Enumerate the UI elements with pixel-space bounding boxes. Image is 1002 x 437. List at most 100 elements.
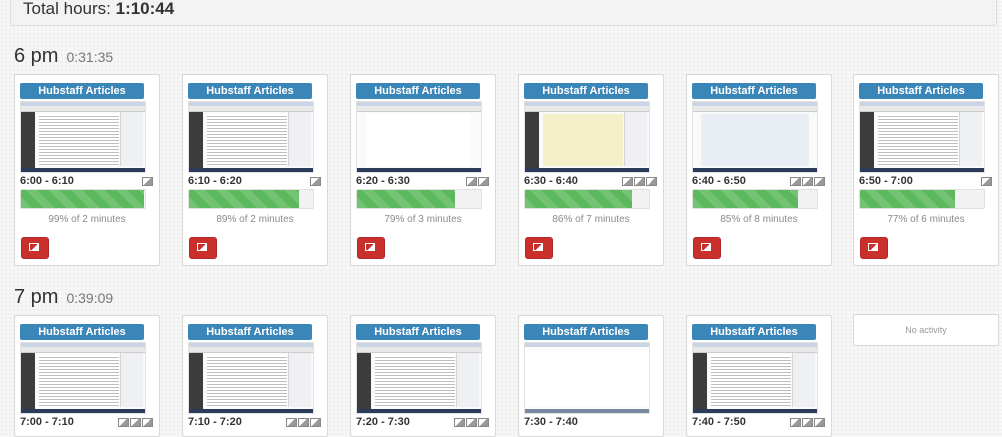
time-range: 7:20 - 7:30: [356, 416, 410, 428]
delete-screenshot-button[interactable]: [357, 237, 385, 259]
screenshot-card[interactable]: Hubstaff Articles 6:10 - 6:20 89% of 2 m…: [182, 74, 328, 266]
screenshot-thumbnail[interactable]: [524, 101, 650, 173]
screenshot-thumbnail[interactable]: [356, 101, 482, 173]
screenshot-card[interactable]: Hubstaff Articles 6:00 - 6:10 99% of 2 m…: [14, 74, 160, 266]
activity-bar: [692, 189, 818, 209]
image-icon: [365, 243, 375, 251]
screen-icon: [298, 418, 309, 427]
screenshot-card[interactable]: Hubstaff Articles 6:40 - 6:50 85% of 8 m…: [686, 74, 832, 266]
screenshot-thumbnail[interactable]: [356, 342, 482, 414]
hour-duration: 0:31:35: [66, 49, 114, 65]
screenshot-card[interactable]: Hubstaff Articles 7:20 - 7:30: [350, 315, 496, 437]
screen-icon: [286, 418, 297, 427]
screen-icons: [465, 177, 489, 186]
activity-bar-fill: [525, 190, 632, 208]
screen-icons: [980, 177, 992, 186]
activity-percent: 85% of 8 minutes: [720, 214, 798, 225]
screenshot-thumbnail[interactable]: [188, 101, 314, 173]
screen-icons: [453, 418, 489, 427]
screen-icons: [141, 177, 153, 186]
project-badge: Hubstaff Articles: [356, 83, 480, 99]
project-badge: Hubstaff Articles: [859, 83, 983, 99]
screen-icon: [142, 418, 153, 427]
screenshot-card[interactable]: Hubstaff Articles 7:40 - 7:50: [686, 315, 832, 437]
image-icon: [701, 243, 711, 251]
activity-bar-fill: [693, 190, 799, 208]
screenshot-card[interactable]: Hubstaff Articles 6:20 - 6:30 79% of 3 m…: [350, 74, 496, 266]
activity-bar: [20, 189, 146, 209]
total-hours-value: 1:10:44: [115, 0, 175, 18]
screenshot-card[interactable]: Hubstaff Articles 7:30 - 7:40: [518, 315, 664, 437]
delete-screenshot-button[interactable]: [525, 237, 553, 259]
delete-screenshot-button[interactable]: [189, 237, 217, 259]
time-range: 7:40 - 7:50: [692, 416, 746, 428]
time-range: 6:00 - 6:10: [20, 175, 74, 187]
activity-percent: 79% of 3 minutes: [384, 214, 462, 225]
project-badge: Hubstaff Articles: [356, 324, 480, 340]
time-range: 6:40 - 6:50: [692, 175, 746, 187]
screen-icon: [634, 177, 645, 186]
screen-icon: [802, 177, 813, 186]
screen-icon: [478, 177, 489, 186]
project-badge: Hubstaff Articles: [524, 324, 648, 340]
hour-label: 7 pm: [14, 286, 59, 308]
screenshot-card[interactable]: Hubstaff Articles 7:10 - 7:20: [182, 315, 328, 437]
screenshot-thumbnail[interactable]: [20, 342, 146, 414]
project-badge: Hubstaff Articles: [20, 324, 144, 340]
screen-icon: [478, 418, 489, 427]
screen-icon: [118, 418, 129, 427]
total-hours-label: Total hours: 1:10:44: [23, 0, 175, 18]
delete-screenshot-button[interactable]: [693, 237, 721, 259]
screenshot-thumbnail[interactable]: [859, 101, 985, 173]
screen-icons: [789, 177, 825, 186]
screen-icons: [621, 177, 657, 186]
project-badge: Hubstaff Articles: [188, 324, 312, 340]
screen-icon: [814, 418, 825, 427]
hour-label: 6 pm: [14, 45, 59, 67]
screen-icon: [622, 177, 633, 186]
activity-bar-fill: [189, 190, 300, 208]
screenshot-card[interactable]: Hubstaff Articles 6:50 - 7:00 77% of 6 m…: [853, 74, 999, 266]
image-icon: [533, 243, 543, 251]
screen-icon: [130, 418, 141, 427]
screenshot-thumbnail[interactable]: [692, 101, 818, 173]
screenshot-card[interactable]: Hubstaff Articles 7:00 - 7:10: [14, 315, 160, 437]
screen-icons: [789, 418, 825, 427]
project-badge: Hubstaff Articles: [692, 324, 816, 340]
activity-bar: [524, 189, 650, 209]
image-icon: [197, 243, 207, 251]
screenshot-thumbnail[interactable]: [524, 342, 650, 414]
project-badge: Hubstaff Articles: [188, 83, 312, 99]
activity-bar: [188, 189, 314, 209]
screenshot-thumbnail[interactable]: [20, 101, 146, 173]
screen-icon: [981, 177, 992, 186]
activity-bar-fill: [357, 190, 455, 208]
screen-icon: [790, 177, 801, 186]
image-icon: [868, 243, 878, 251]
screen-icon: [310, 177, 321, 186]
activity-bar-fill: [21, 190, 144, 208]
delete-screenshot-button[interactable]: [21, 237, 49, 259]
screen-icon: [310, 418, 321, 427]
screen-icon: [802, 418, 813, 427]
screen-icon: [814, 177, 825, 186]
screen-icon: [790, 418, 801, 427]
total-hours-bar: Total hours: 1:10:44: [10, 0, 997, 26]
screenshot-card[interactable]: Hubstaff Articles 6:30 - 6:40 86% of 7 m…: [518, 74, 664, 266]
project-badge: Hubstaff Articles: [524, 83, 648, 99]
screen-icon: [142, 177, 153, 186]
time-range: 6:20 - 6:30: [356, 175, 410, 187]
screen-icon: [646, 177, 657, 186]
delete-screenshot-button[interactable]: [860, 237, 888, 259]
screen-icon: [466, 177, 477, 186]
screenshot-thumbnail[interactable]: [188, 342, 314, 414]
activity-percent: 99% of 2 minutes: [48, 214, 126, 225]
screenshot-thumbnail[interactable]: [692, 342, 818, 414]
no-activity-slot: No activity: [853, 314, 999, 346]
time-range: 6:30 - 6:40: [524, 175, 578, 187]
activity-bar-fill: [860, 190, 956, 208]
hour-header-7pm: 7 pm 0:39:09: [14, 286, 113, 309]
screen-icons: [285, 418, 321, 427]
screen-icons: [309, 177, 321, 186]
project-badge: Hubstaff Articles: [20, 83, 144, 99]
